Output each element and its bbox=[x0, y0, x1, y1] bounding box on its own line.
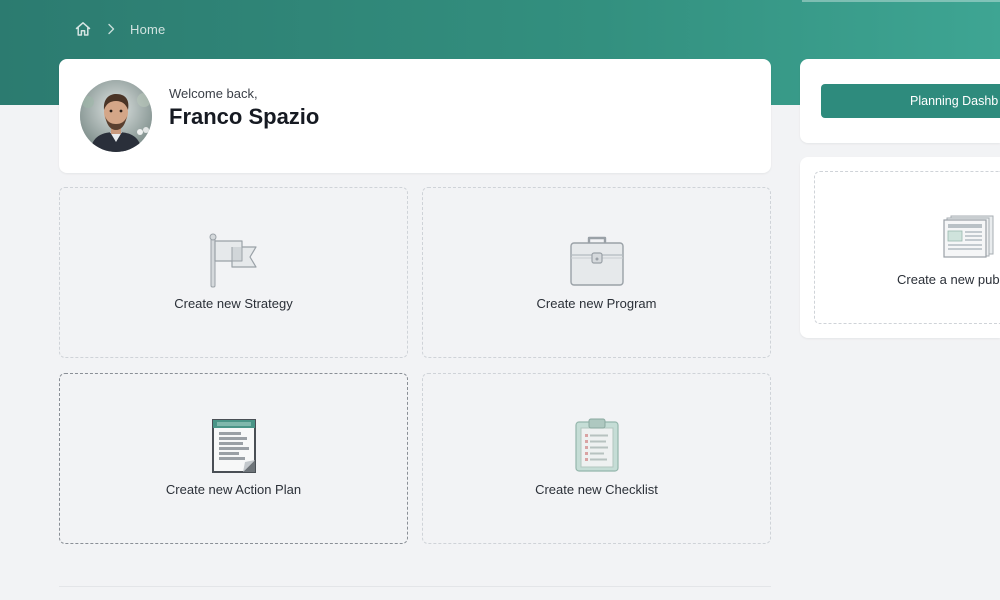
avatar[interactable] bbox=[80, 80, 152, 152]
welcome-label: Welcome back, bbox=[169, 86, 258, 101]
create-action-plan-tile[interactable]: Create new Action Plan bbox=[59, 373, 408, 544]
create-program-tile[interactable]: Create new Program bbox=[422, 187, 771, 358]
create-strategy-tile[interactable]: Create new Strategy bbox=[59, 187, 408, 358]
briefcase-icon bbox=[569, 236, 624, 286]
tile-label: Create new Checklist bbox=[535, 482, 658, 497]
side-card-planning: Planning Dashb bbox=[800, 59, 1000, 143]
flag-icon bbox=[209, 233, 257, 288]
user-name: Franco Spazio bbox=[169, 104, 320, 129]
topbar-divider bbox=[802, 0, 1000, 2]
document-icon bbox=[211, 419, 256, 473]
tile-label: Create new Program bbox=[536, 296, 657, 311]
clipboard-icon bbox=[574, 418, 619, 472]
welcome-card: Welcome back, Franco Spazio bbox=[59, 59, 771, 173]
breadcrumb-home[interactable]: Home bbox=[130, 22, 165, 37]
side-card-publication: Create a new pub bbox=[800, 157, 1000, 338]
publication-label: Create a new pub bbox=[897, 272, 1000, 287]
create-publication-tile[interactable]: Create a new pub bbox=[814, 171, 1000, 324]
tile-label: Create new Action Plan bbox=[165, 482, 302, 497]
home-icon[interactable] bbox=[74, 20, 92, 38]
tile-label: Create new Strategy bbox=[174, 296, 293, 311]
breadcrumb: Home bbox=[74, 19, 165, 39]
newspaper-icon bbox=[943, 215, 994, 258]
chevron-right-icon bbox=[108, 23, 115, 35]
avatar-portrait bbox=[80, 80, 152, 152]
create-checklist-tile[interactable]: Create new Checklist bbox=[422, 373, 771, 544]
bottom-divider bbox=[59, 586, 771, 587]
planning-dashboard-button[interactable]: Planning Dashb bbox=[821, 84, 1000, 118]
